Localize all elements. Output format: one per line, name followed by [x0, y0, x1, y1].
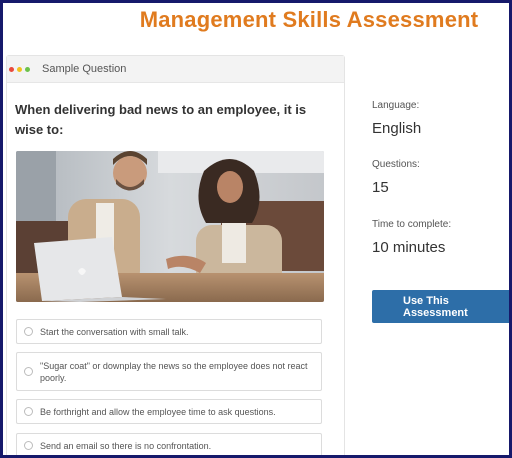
radio-button-icon[interactable]	[24, 407, 33, 416]
time-value: 10 minutes	[372, 239, 446, 256]
option-text: Start the conversation with small talk.	[40, 326, 189, 337]
answer-option[interactable]: Send an email so there is no confrontati…	[16, 433, 322, 455]
radio-button-icon[interactable]	[24, 367, 33, 376]
option-text: "Sugar coat" or downplay the news so the…	[40, 360, 308, 383]
answer-option[interactable]: Be forthright and allow the employee tim…	[16, 399, 322, 424]
questions-value: 15	[372, 179, 389, 196]
radio-button-icon[interactable]	[24, 327, 33, 336]
answer-option[interactable]: "Sugar coat" or downplay the news so the…	[16, 352, 322, 391]
questions-label: Questions:	[372, 159, 420, 170]
time-label: Time to complete:	[372, 219, 452, 230]
use-assessment-button[interactable]: Use This Assessment	[372, 290, 509, 323]
option-text: Send an email so there is no confrontati…	[40, 440, 212, 451]
sample-question-label: Sample Question	[42, 63, 127, 75]
language-label: Language:	[372, 100, 420, 111]
yellow-dot-icon	[17, 66, 22, 72]
screenshot-frame: Management Skills Assessment Sample Ques…	[0, 0, 512, 458]
red-dot-icon	[9, 66, 14, 72]
meeting-photo-illustration	[16, 151, 324, 302]
answer-option[interactable]: Start the conversation with small talk.	[16, 319, 322, 344]
question-text: When delivering bad news to an employee,…	[15, 102, 307, 137]
meeting-photo	[16, 151, 324, 302]
card-header: Sample Question	[7, 56, 344, 83]
window-dots	[9, 66, 30, 72]
radio-button-icon[interactable]	[24, 441, 33, 450]
sample-question-card: Sample Question When delivering bad news…	[6, 55, 345, 455]
green-dot-icon	[25, 66, 30, 72]
language-value: English	[372, 120, 422, 137]
option-text: Be forthright and allow the employee tim…	[40, 406, 276, 417]
page-title: Management Skills Assessment	[139, 7, 479, 32]
